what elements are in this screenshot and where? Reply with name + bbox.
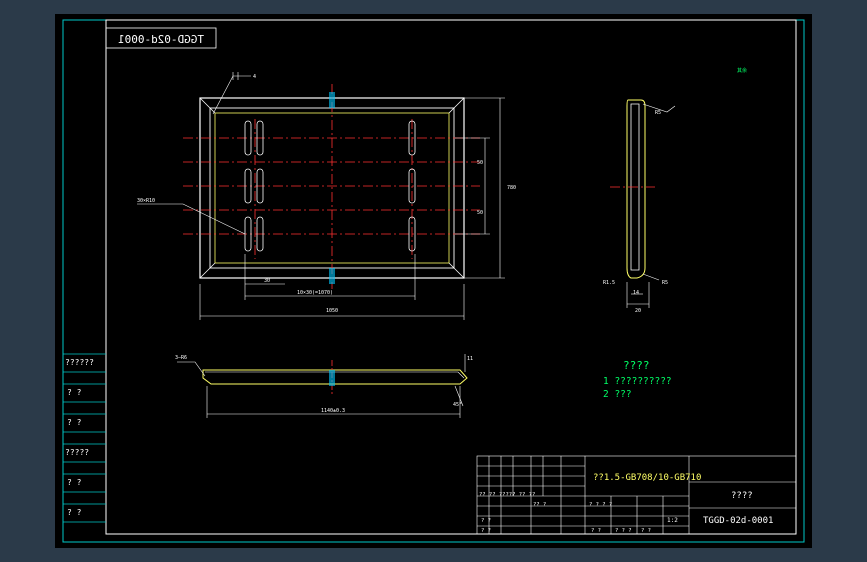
dim-section-r-bottom: R5 (662, 280, 668, 286)
dim-section-width-inner: 14 (633, 290, 639, 296)
weld-label: 4 (253, 74, 256, 80)
title-row-3: ? ? (481, 528, 491, 534)
notes-line2: 2 ??? (603, 389, 632, 400)
top-view: 30×R10 4 1050 10×30(=1070) 30 780 50 50 (137, 72, 516, 320)
drawing-sheet: TGGD-02d-0001 ?????? ? ? ? ? ????? ? ? ?… (62, 19, 805, 543)
dim-slot-spacing: 30 (264, 278, 270, 284)
cad-viewport[interactable]: TGGD-02d-0001 ?????? ? ? ? ? ????? ? ? ?… (55, 14, 812, 548)
dim-section-width-outer: 20 (635, 308, 641, 314)
notes-title: ???? (623, 359, 650, 372)
dim-side-height: 11 (467, 356, 473, 362)
left-cell-5: ? ? (67, 508, 82, 517)
title-part-name: ???? (731, 491, 753, 501)
dim-section-radius-small: R1.5 (603, 280, 615, 286)
dim-overall-width: 1050 (326, 308, 338, 314)
title-row-0: ?? ?? ????? ?? ?? (479, 492, 535, 498)
dim-section-r: R5 (655, 110, 661, 116)
title-small-0: ? ? ? ? (589, 502, 612, 508)
callout-top-right: 其余 (737, 67, 747, 74)
dim-side-len: 1140±0.3 (321, 408, 345, 414)
dim-side-angle: 45° (453, 402, 462, 408)
title-material: ??1.5-GB708/10-GB710 (593, 473, 701, 483)
notes-line1: 1 ?????????? (603, 376, 672, 387)
title-scale: 1:2 (667, 517, 678, 524)
inner-border (105, 19, 797, 535)
left-column (63, 353, 106, 523)
slot-callout: 30×R10 (137, 198, 155, 204)
tech-notes: ???? 1 ?????????? 2 ??? (603, 359, 672, 400)
title-row-2: ? ? (481, 518, 491, 524)
left-cell-4: ? ? (67, 478, 82, 487)
mirrored-code-text: TGGD-02d-0001 (118, 33, 204, 46)
left-cell-1: ? ? (67, 388, 82, 397)
left-cell-2: ? ? (67, 418, 82, 427)
dim-slot-group: 10×30(=1070) (297, 290, 333, 296)
title-row-1: ?? ? (533, 502, 546, 508)
dim-overall-height: 780 (507, 185, 516, 191)
dim-side-left: 3—R6 (175, 355, 187, 361)
dim-height-a: 50 (477, 160, 483, 166)
side-view: 1140±0.3 3—R6 11 45° (175, 354, 473, 418)
title-small-1: ? ? (591, 528, 601, 534)
title-small-3: ? ? (641, 528, 651, 534)
left-cell-3: ????? (65, 448, 89, 457)
mirrored-code-box: TGGD-02d-0001 (105, 27, 217, 49)
section-view: R5 R1.5 R5 14 20 其余 (603, 67, 747, 314)
dim-height-b: 50 (477, 210, 483, 216)
title-drawing-number: TGGD-02d-0001 (703, 516, 773, 526)
title-small-2: ? ? ? (615, 528, 632, 534)
left-cell-0: ?????? (65, 358, 94, 367)
